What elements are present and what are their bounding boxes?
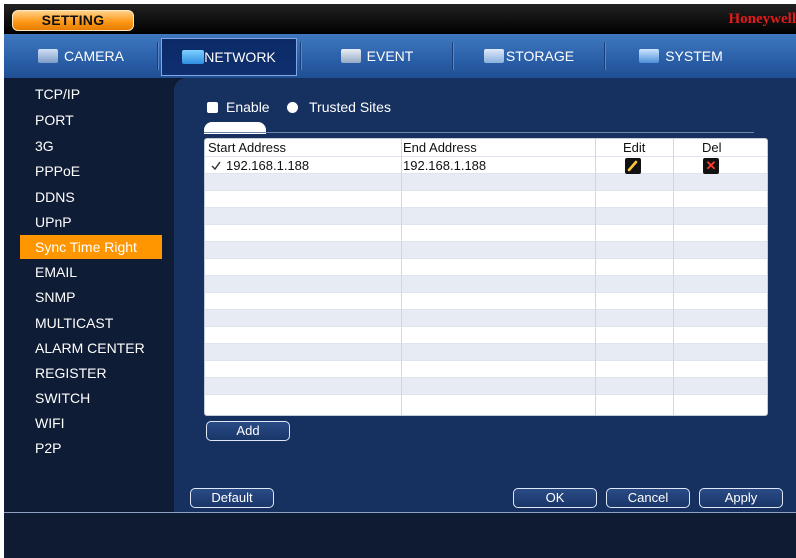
tab-label: EVENT [366,48,414,64]
brand-logo: Honeywell [728,11,796,27]
sidebar-item-port[interactable]: PORT [20,108,162,132]
row-start-address: 192.168.1.188 [226,158,310,173]
sidebar-item-ddns[interactable]: DDNS [20,185,162,209]
table-row-stripe [205,377,767,394]
sidebar-item-sync-time-right[interactable]: Sync Time Right [20,235,162,259]
header-start-address: Start Address [208,140,287,155]
header-edit: Edit [623,140,646,155]
network-sidebar: TCP/IP PORT 3G PPPoE DDNS UPnP Sync Time… [4,78,174,512]
tab-separator [604,42,605,70]
enable-checkbox[interactable] [207,102,218,113]
setting-title: SETTING [12,10,134,31]
header-del: Del [702,140,722,155]
header-end-address: End Address [403,140,477,155]
row-end-address: 192.168.1.188 [403,158,487,173]
table-row-stripe [205,207,767,224]
content-panel: Enable Trusted Sites Start Address End A… [174,78,796,512]
tab-label: SYSTEM [665,48,723,64]
event-icon [340,49,361,63]
tab-separator [157,42,158,70]
sidebar-item-switch[interactable]: SWITCH [20,386,162,410]
table-row-line [205,309,767,310]
tab-label: CAMERA [64,48,124,64]
table-row-stripe [205,241,767,258]
app-window: SETTING Honeywell CAMERA NETWORK EVENT S… [4,4,796,558]
trusted-sites-table: Start Address End Address Edit Del 192.1… [204,138,768,416]
table-col-line [401,139,402,415]
sidebar-item-pppoe[interactable]: PPPoE [20,159,162,183]
sidebar-item-upnp[interactable]: UPnP [20,210,162,234]
table-row-line [205,190,767,191]
apply-button[interactable]: Apply [699,488,783,508]
network-icon [182,50,205,64]
sidebar-item-wifi[interactable]: WIFI [20,411,162,435]
sidebar-item-p2p[interactable]: P2P [20,436,162,460]
subtab-underline [204,132,754,133]
table-row-line [205,292,767,293]
table-col-line [673,139,674,415]
table-row-line [205,241,767,242]
table-row-line [205,360,767,361]
sidebar-item-3g[interactable]: 3G [20,134,162,158]
table-row-line [205,173,767,174]
table-row-line [205,394,767,395]
tab-event[interactable]: EVENT [304,38,450,74]
table-row-line [205,224,767,225]
table-row-line [205,156,767,157]
enable-label: Enable [226,99,270,115]
trusted-sites-radio[interactable] [287,102,298,113]
system-icon [639,49,660,63]
tab-camera[interactable]: CAMERA [8,38,154,74]
table-row-line [205,326,767,327]
tab-system[interactable]: SYSTEM [608,38,754,74]
trusted-sites-label: Trusted Sites [309,99,391,115]
tab-separator [300,42,301,70]
table-row-line [205,207,767,208]
table-row-line [205,343,767,344]
tab-separator [452,42,453,70]
camera-icon [38,49,59,63]
tab-label: STORAGE [505,48,575,64]
edit-icon[interactable] [625,158,641,174]
tab-label: NETWORK [204,49,276,65]
storage-icon [483,49,504,63]
sidebar-item-multicast[interactable]: MULTICAST [20,311,162,335]
sidebar-item-register[interactable]: REGISTER [20,361,162,385]
title-bar: SETTING Honeywell [4,4,796,34]
table-row-stripe [205,343,767,360]
sidebar-item-alarm-center[interactable]: ALARM CENTER [20,336,162,360]
table-col-line [595,139,596,415]
main-tab-bar: CAMERA NETWORK EVENT STORAGE SYSTEM [4,34,796,78]
tab-network[interactable]: NETWORK [161,38,297,76]
sidebar-item-snmp[interactable]: SNMP [20,285,162,309]
tab-storage[interactable]: STORAGE [456,38,602,74]
row-check-icon[interactable] [211,161,221,171]
ok-button[interactable]: OK [513,488,597,508]
cancel-button[interactable]: Cancel [606,488,690,508]
table-row-line [205,258,767,259]
table-row-stripe [205,309,767,326]
default-button[interactable]: Default [190,488,274,508]
sidebar-item-email[interactable]: EMAIL [20,260,162,284]
add-button[interactable]: Add [206,421,290,441]
table-row-line [205,275,767,276]
table-row-stripe [205,275,767,292]
table-row-stripe [205,173,767,190]
table-row-line [205,377,767,378]
delete-icon[interactable]: ✕ [703,158,719,174]
sidebar-item-tcpip[interactable]: TCP/IP [20,82,162,106]
status-bar [4,512,796,558]
